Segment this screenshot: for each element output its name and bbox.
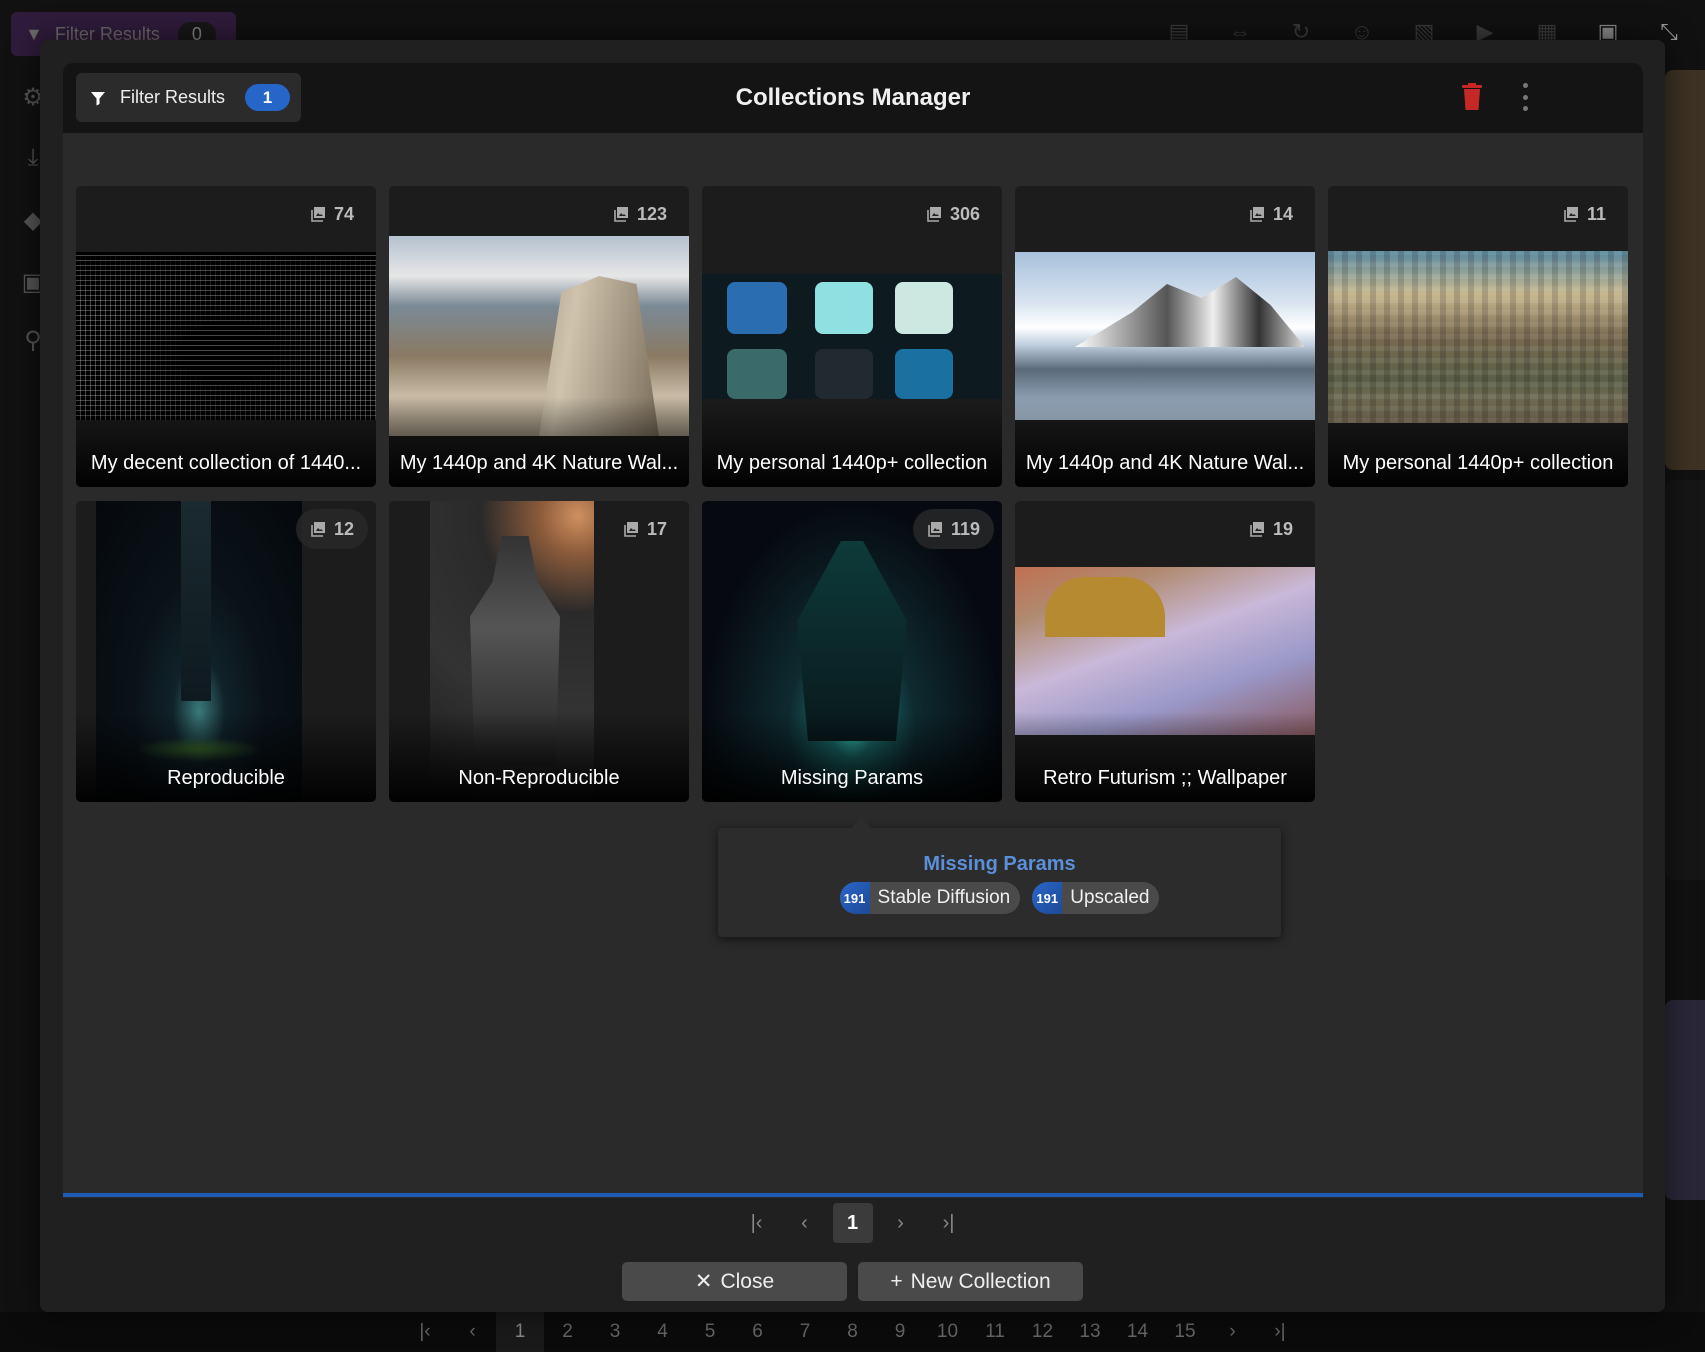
loading-progress-bar: [63, 1193, 1643, 1197]
trash-icon[interactable]: [1461, 83, 1483, 111]
collection-name: My decent collection of 1440...: [76, 397, 376, 487]
collection-tooltip: Missing Params 191 Stable Diffusion 191 …: [718, 818, 1281, 937]
image-count: 74: [296, 194, 368, 234]
bg-page-button[interactable]: 13: [1066, 1312, 1114, 1352]
filter-results-button[interactable]: Filter Results 1: [76, 73, 301, 122]
new-collection-button[interactable]: + New Collection: [858, 1262, 1083, 1301]
filter-icon: ▼: [25, 23, 43, 44]
bg-prev-page-button[interactable]: ‹: [449, 1312, 497, 1352]
tag-chip[interactable]: 191 Stable Diffusion: [839, 882, 1021, 914]
collection-card[interactable]: 74 My decent collection of 1440...: [76, 186, 376, 487]
bg-page-button[interactable]: 4: [639, 1312, 687, 1352]
bg-card: [1665, 70, 1705, 470]
collection-name: Retro Futurism ;; Wallpaper: [1015, 712, 1315, 802]
bg-page-button[interactable]: 10: [924, 1312, 972, 1352]
photo-library-icon: [1564, 207, 1578, 222]
image-count: 123: [599, 194, 681, 234]
collection-card[interactable]: 14 My 1440p and 4K Nature Wal...: [1015, 186, 1315, 487]
tag-count: 191: [839, 882, 870, 914]
collections-grid: 74 My decent collection of 1440... 123 M…: [63, 133, 1643, 1198]
photo-library-icon: [1250, 522, 1264, 537]
tooltip-title: Missing Params: [923, 853, 1076, 875]
bg-page-button[interactable]: 11: [971, 1312, 1019, 1352]
last-page-button[interactable]: ›|: [929, 1203, 969, 1243]
bg-page-button[interactable]: 2: [544, 1312, 592, 1352]
modal-pagination: |‹ ‹ 1 › ›|: [40, 1203, 1665, 1243]
image-count: 119: [912, 509, 994, 549]
collection-card[interactable]: 119 Missing Params: [702, 501, 1002, 802]
bg-page-button[interactable]: 14: [1114, 1312, 1162, 1352]
bg-page-button[interactable]: 9: [876, 1312, 924, 1352]
bg-first-page-button[interactable]: |‹: [401, 1312, 449, 1352]
bg-card: [1665, 480, 1705, 880]
bg-page-button[interactable]: 7: [781, 1312, 829, 1352]
close-button[interactable]: ✕ Close: [622, 1262, 847, 1301]
tag-label: Upscaled: [1070, 887, 1150, 908]
bg-page-button[interactable]: 1: [496, 1312, 544, 1352]
bg-page-button[interactable]: 6: [734, 1312, 782, 1352]
plus-icon: +: [890, 1269, 903, 1293]
bg-page-button[interactable]: 5: [686, 1312, 734, 1352]
collection-thumbnail: [1015, 567, 1315, 735]
bg-page-button[interactable]: 8: [829, 1312, 877, 1352]
filter-results-label: Filter Results: [120, 87, 226, 107]
photo-library-icon: [311, 522, 325, 537]
collection-name: Missing Params: [702, 712, 1002, 802]
photo-library-icon: [614, 207, 628, 222]
bg-page-button[interactable]: 12: [1019, 1312, 1067, 1352]
prev-page-button[interactable]: ‹: [785, 1203, 825, 1243]
image-count: 306: [912, 194, 994, 234]
bg-pagination: |‹ ‹ 1 2 3 4 5 6 7 8 9 10 11 12 13 14 15…: [0, 1312, 1705, 1352]
image-count: 19: [1235, 509, 1307, 549]
collection-card[interactable]: 19 Retro Futurism ;; Wallpaper: [1015, 501, 1315, 802]
next-page-button[interactable]: ›: [881, 1203, 921, 1243]
tag-label: Stable Diffusion: [877, 887, 1011, 908]
filter-icon: [91, 91, 105, 105]
modal-footer: ✕ Close + New Collection: [40, 1262, 1665, 1301]
bg-card: [1665, 1000, 1705, 1200]
image-count: 14: [1235, 194, 1307, 234]
collection-thumbnail: [702, 274, 1002, 399]
tag-count: 191: [1032, 882, 1063, 914]
first-page-button[interactable]: |‹: [737, 1203, 777, 1243]
photo-library-icon: [927, 207, 941, 222]
bg-page-button[interactable]: 15: [1161, 1312, 1209, 1352]
photo-library-icon: [624, 522, 638, 537]
photo-library-icon: [1250, 207, 1264, 222]
collection-card[interactable]: 17 Non-Reproducible: [389, 501, 689, 802]
bg-page-button[interactable]: 3: [591, 1312, 639, 1352]
close-icon: ✕: [694, 1270, 713, 1293]
collections-manager-modal: Filter Results 1 Collections Manager 74 …: [40, 40, 1665, 1312]
collection-card[interactable]: 12 Reproducible: [76, 501, 376, 802]
collection-name: My personal 1440p+ collection: [1328, 397, 1628, 487]
collection-thumbnail: [76, 252, 376, 420]
tag-chip[interactable]: 191 Upscaled: [1032, 882, 1160, 914]
collection-name: My personal 1440p+ collection: [702, 397, 1002, 487]
collection-card[interactable]: 123 My 1440p and 4K Nature Wal...: [389, 186, 689, 487]
filter-count-badge: 1: [245, 84, 291, 111]
photo-library-icon: [928, 522, 942, 537]
image-count: 17: [609, 509, 681, 549]
collection-name: Non-Reproducible: [389, 712, 689, 802]
collection-thumbnail: [1015, 252, 1315, 420]
bg-next-page-button[interactable]: ›: [1209, 1312, 1257, 1352]
image-count: 12: [295, 509, 368, 549]
modal-header: Filter Results 1 Collections Manager: [63, 63, 1643, 133]
collection-card[interactable]: 11 My personal 1440p+ collection: [1328, 186, 1628, 487]
collection-name: Reproducible: [76, 712, 376, 802]
photo-library-icon: [311, 207, 325, 222]
page-button[interactable]: 1: [832, 1203, 873, 1243]
collection-name: My 1440p and 4K Nature Wal...: [389, 397, 689, 487]
bg-last-page-button[interactable]: ›|: [1256, 1312, 1304, 1352]
collection-card[interactable]: 306 My personal 1440p+ collection: [702, 186, 1002, 487]
collection-name: My 1440p and 4K Nature Wal...: [1015, 397, 1315, 487]
more-vert-icon[interactable]: [1517, 83, 1533, 111]
tag-chips: 191 Stable Diffusion 191 Upscaled: [718, 882, 1281, 914]
image-count: 11: [1549, 194, 1620, 234]
